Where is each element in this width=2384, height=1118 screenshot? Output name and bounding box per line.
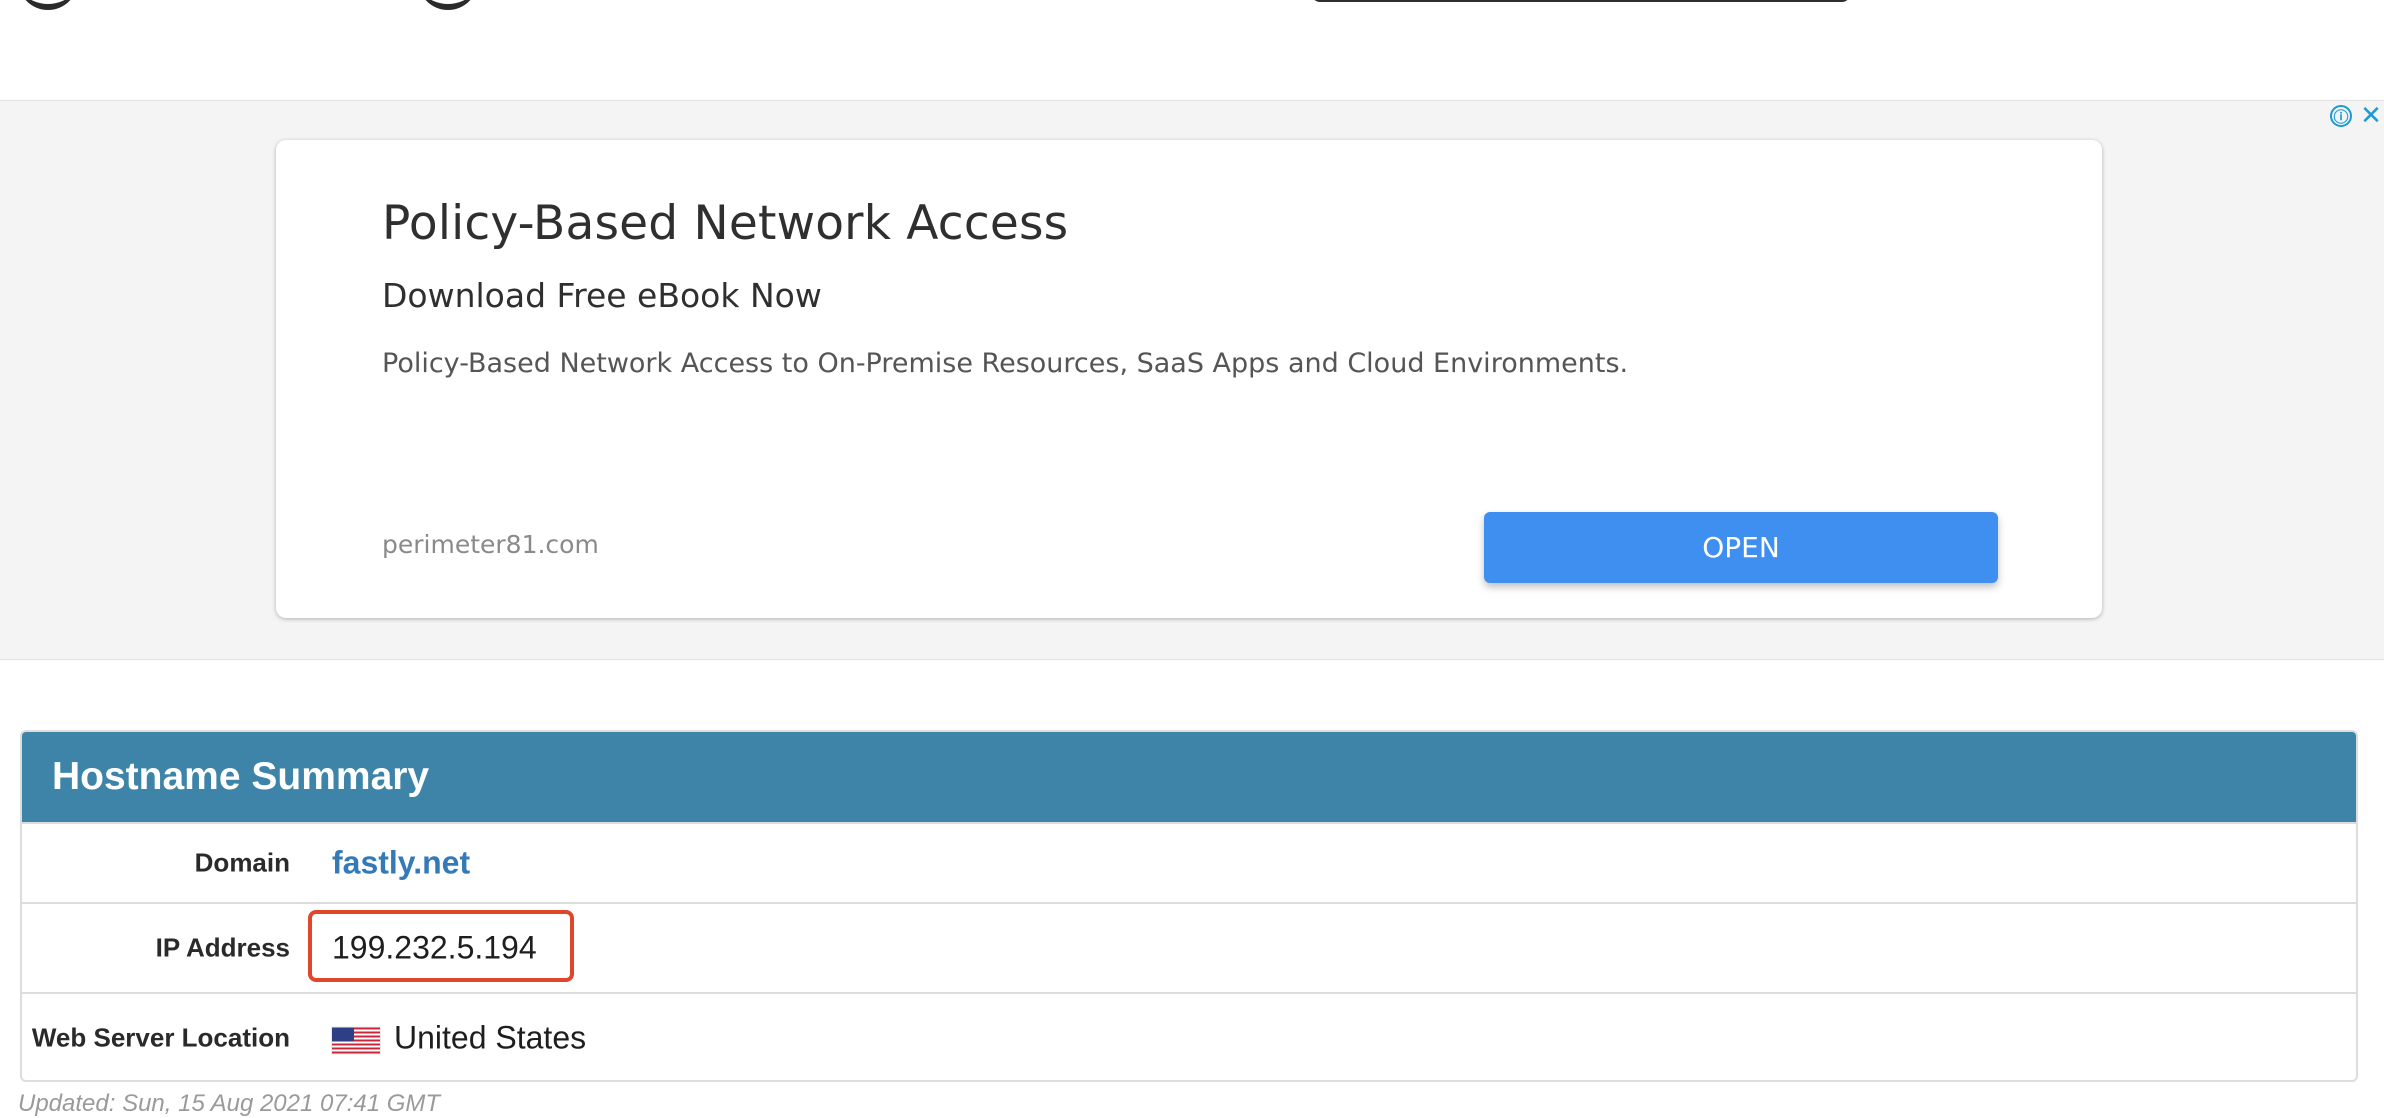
ad-description: Policy-Based Network Access to On-Premis… bbox=[382, 348, 1629, 379]
domain-link[interactable]: fastly.net bbox=[332, 845, 470, 881]
ad-title[interactable]: Policy-Based Network Access bbox=[382, 196, 1068, 251]
location-label: Web Server Location bbox=[31, 1022, 290, 1053]
summary-row-ip: IP Address 199.232.5.194 bbox=[22, 902, 2356, 992]
domain-value: fastly.net bbox=[332, 845, 470, 882]
top-cutoff-glyph-mid bbox=[418, 0, 478, 10]
top-cutoff-bar bbox=[1312, 0, 1850, 2]
updated-timestamp: Updated: Sun, 15 Aug 2021 07:41 GMT bbox=[18, 1090, 441, 1117]
ad-card[interactable]: Policy-Based Network Access Download Fre… bbox=[276, 140, 2102, 618]
summary-row-domain: Domain fastly.net bbox=[22, 822, 2356, 902]
location-value: United States bbox=[332, 1020, 586, 1057]
ad-info-icon[interactable]: ⓘ bbox=[2330, 105, 2352, 127]
hostname-summary-panel: Hostname Summary Domain fastly.net IP Ad… bbox=[20, 730, 2358, 1082]
summary-title: Hostname Summary bbox=[52, 755, 430, 798]
ad-subtitle: Download Free eBook Now bbox=[382, 276, 822, 315]
top-cutoff-glyph-left bbox=[18, 0, 78, 10]
ad-url[interactable]: perimeter81.com bbox=[382, 530, 599, 559]
domain-label: Domain bbox=[194, 847, 290, 878]
us-flag-icon bbox=[332, 1027, 380, 1053]
ip-label: IP Address bbox=[155, 932, 290, 963]
ad-controls: ⓘ ✕ bbox=[2330, 103, 2384, 129]
ip-value: 199.232.5.194 bbox=[332, 929, 537, 966]
summary-header: Hostname Summary bbox=[22, 732, 2356, 822]
summary-row-location: Web Server Location United States bbox=[22, 992, 2356, 1080]
ad-open-button[interactable]: OPEN bbox=[1484, 512, 1998, 583]
location-text: United States bbox=[394, 1019, 587, 1056]
ad-close-icon[interactable]: ✕ bbox=[2358, 103, 2384, 129]
